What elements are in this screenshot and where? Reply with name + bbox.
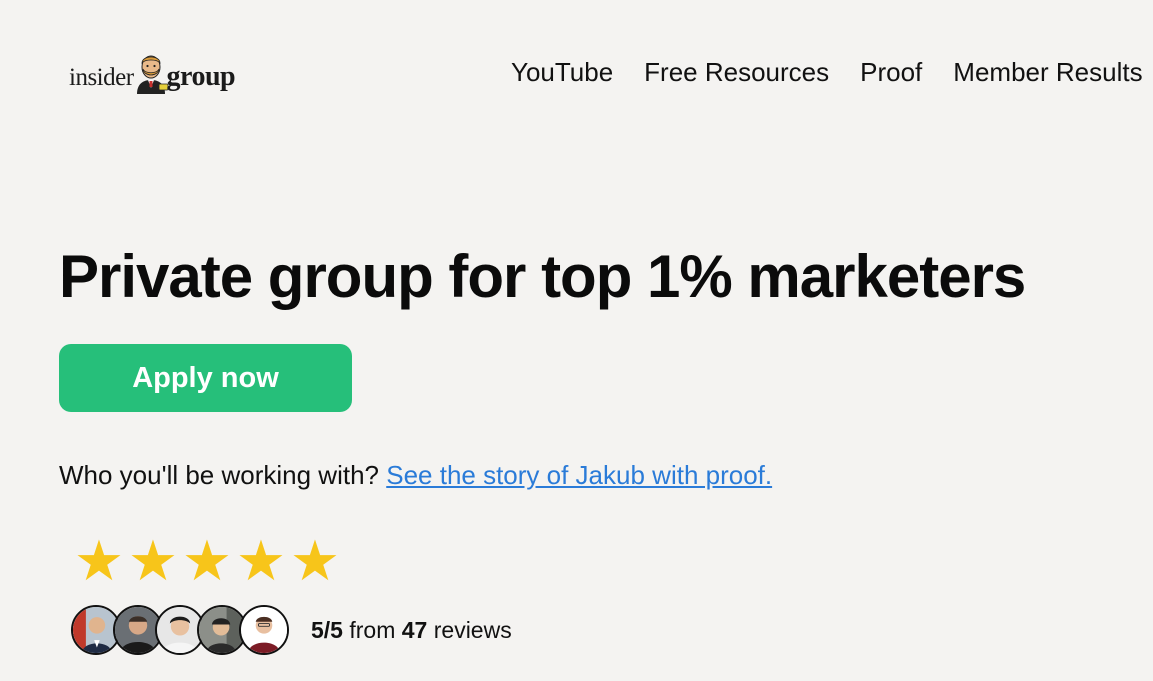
logo-word-group: group <box>166 61 236 92</box>
hero-headline: Private group for top 1% marketers <box>59 243 1026 310</box>
star-icon: ★ <box>289 529 341 592</box>
rating-from: from <box>349 616 396 643</box>
landing-page: insider group YouTube Free Resources Pro… <box>0 0 1153 681</box>
star-icon: ★ <box>127 529 179 592</box>
star-icon: ★ <box>235 529 287 592</box>
rating-score: 5/5 <box>311 616 343 643</box>
insider-group-logo[interactable]: insider group <box>69 48 236 94</box>
star-icon: ★ <box>181 529 233 592</box>
reviews-summary: 5/5 from 47 reviews <box>71 605 512 655</box>
logo-word-insider: insider <box>69 64 134 91</box>
nav-proof[interactable]: Proof <box>860 55 922 89</box>
review-count: 47 <box>401 616 428 643</box>
star-icon: ★ <box>73 529 125 592</box>
nav-youtube[interactable]: YouTube <box>511 55 613 89</box>
story-prefix: Who you'll be working with? <box>59 460 387 490</box>
main-nav: YouTube Free Resources Proof Member Resu… <box>511 55 1153 89</box>
nav-member-results[interactable]: Member Results <box>953 55 1142 89</box>
apply-now-button[interactable]: Apply now <box>59 344 352 412</box>
star-rating: ★ ★ ★ ★ ★ <box>72 530 342 592</box>
avatar <box>239 605 289 655</box>
mascot-icon <box>136 55 168 94</box>
story-line: Who you'll be working with? See the stor… <box>59 458 772 492</box>
rating-reviews-word: reviews <box>433 616 512 643</box>
story-link[interactable]: See the story of Jakub with proof. <box>386 460 772 490</box>
nav-free-resources[interactable]: Free Resources <box>644 55 829 89</box>
reviewer-avatars <box>71 605 289 655</box>
rating-text: 5/5 from 47 reviews <box>311 617 512 644</box>
